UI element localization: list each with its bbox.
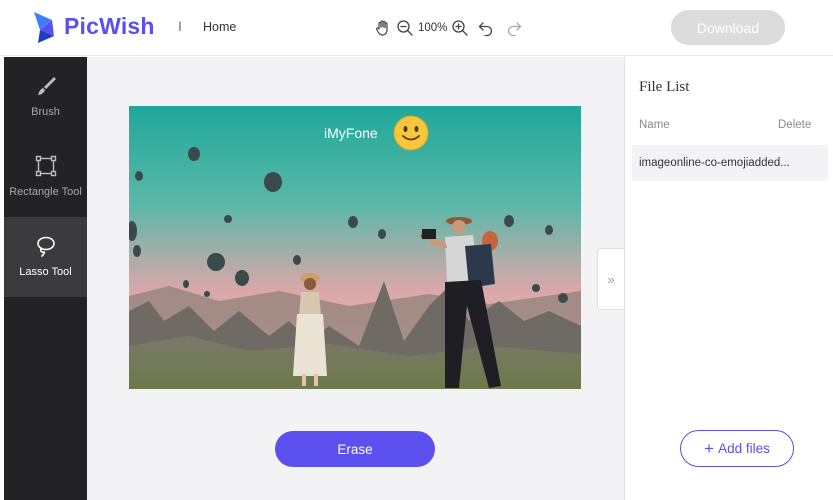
zoom-level: 100% — [418, 22, 448, 34]
brush-icon — [35, 75, 57, 97]
picwish-logo-icon — [34, 12, 54, 43]
canvas-area: iMyFone Erase » — [87, 57, 624, 500]
file-list-panel: File List Name Delete imageonline-co-emo… — [624, 57, 833, 500]
column-header-name: Name — [639, 119, 670, 131]
zoom-out-icon[interactable] — [394, 17, 416, 39]
edit-image[interactable]: iMyFone — [129, 106, 581, 389]
column-header-delete: Delete — [778, 119, 812, 131]
photo-illustration — [129, 106, 581, 389]
top-bar: PicWish I Home 100% Download — [0, 0, 833, 56]
panel-title: File List — [639, 79, 690, 95]
hand-icon[interactable] — [372, 17, 394, 39]
zoom-in-icon[interactable] — [449, 17, 471, 39]
sidebar-item-brush[interactable]: Brush — [4, 57, 87, 137]
undo-icon[interactable] — [475, 17, 497, 39]
download-button[interactable]: Download — [671, 10, 785, 45]
breadcrumb-separator: I — [178, 18, 182, 34]
tool-sidebar: Brush Rectangle Tool Lasso Tool — [4, 57, 87, 500]
lasso-icon — [35, 235, 57, 257]
add-files-label: Add files — [718, 441, 770, 456]
plus-icon: + — [704, 439, 715, 458]
smiley-emoji-icon — [393, 115, 429, 151]
sidebar-item-label: Rectangle Tool — [9, 186, 82, 198]
brand-name: PicWish — [64, 13, 155, 39]
watermark-text: iMyFone — [324, 125, 378, 141]
add-files-button[interactable]: + Add files — [680, 430, 794, 467]
rectangle-icon — [35, 155, 57, 177]
sidebar-item-label: Lasso Tool — [19, 266, 72, 278]
home-link[interactable]: Home — [203, 20, 236, 34]
sidebar-item-label: Brush — [31, 106, 60, 118]
redo-icon[interactable] — [503, 17, 525, 39]
view-toolbar: 100% — [372, 17, 525, 39]
sidebar-item-lasso-tool[interactable]: Lasso Tool — [4, 217, 87, 297]
sidebar-item-rectangle-tool[interactable]: Rectangle Tool — [4, 137, 87, 217]
file-list-item[interactable]: imageonline-co-emojiadded... — [632, 145, 828, 181]
erase-button[interactable]: Erase — [275, 431, 435, 467]
panel-toggle-button[interactable]: » — [597, 248, 624, 310]
